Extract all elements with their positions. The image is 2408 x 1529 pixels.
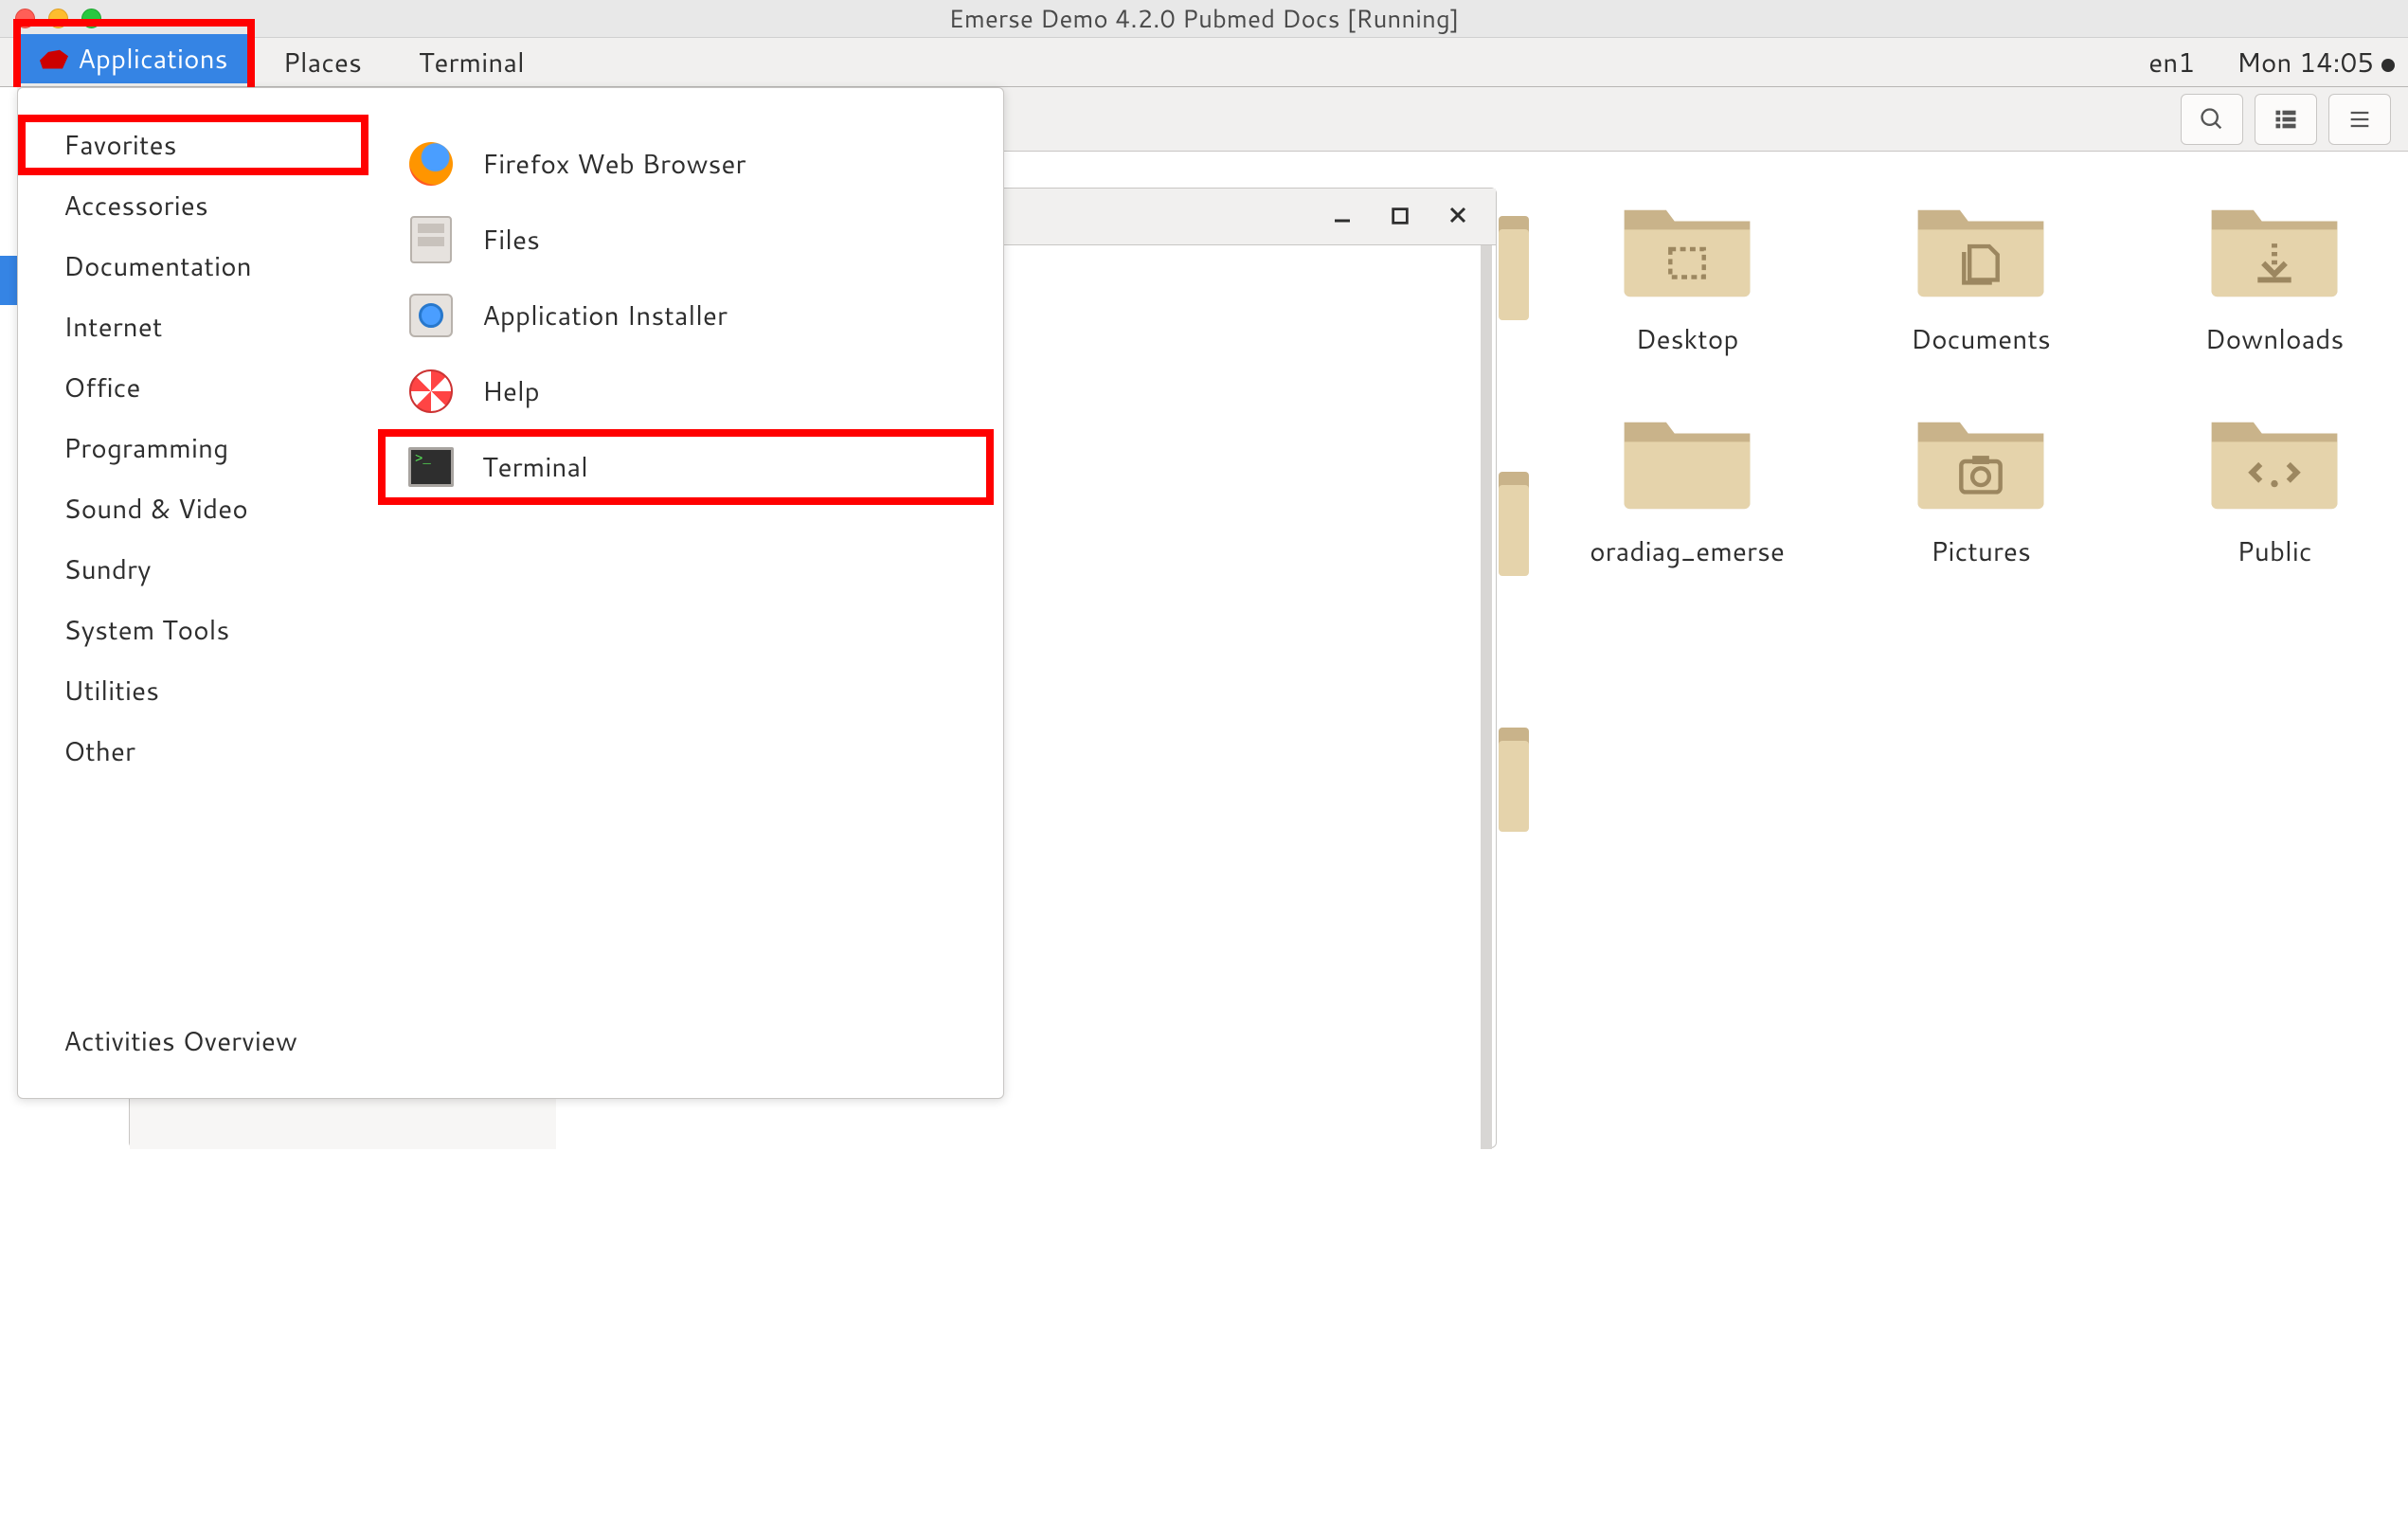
clock[interactable]: Mon 14:05 (2237, 44, 2395, 81)
app-files[interactable]: Files (378, 202, 994, 278)
folder-icon (1616, 405, 1758, 517)
window-minimize-button[interactable] (1331, 198, 1354, 236)
keyboard-layout-indicator[interactable]: en1 (2148, 44, 2195, 81)
window-maximize-button[interactable] (1390, 198, 1411, 236)
terminal-label: Terminal (419, 44, 525, 81)
folder-label: Desktop (1636, 320, 1739, 358)
folder-peek (1499, 728, 1529, 832)
activities-overview-button[interactable]: Activities Overview (63, 1022, 297, 1060)
search-icon (2199, 106, 2225, 133)
folder-pictures[interactable]: Pictures (1834, 405, 2128, 570)
category-label: Accessories (63, 187, 208, 225)
app-label: Files (482, 221, 540, 259)
clock-label: Mon 14:05 (2237, 44, 2374, 81)
mac-title-bar: Emerse Demo 4.2.0 Pubmed Docs [Running] (0, 0, 2408, 38)
applications-categories: Favorites Accessories Documentation Inte… (18, 88, 368, 1098)
app-label: Help (482, 372, 540, 410)
folder-peek (1499, 216, 1529, 320)
applications-label: Applications (78, 40, 228, 78)
close-icon (1447, 204, 1469, 226)
terminal-menu-button[interactable]: Terminal (390, 44, 553, 81)
category-label: Utilities (63, 672, 159, 710)
help-icon (406, 367, 456, 416)
folder-label: Documents (1911, 320, 2051, 358)
category-label: Office (63, 369, 140, 406)
folder-label: Pictures (1931, 532, 2031, 570)
hamburger-icon (2346, 106, 2373, 133)
category-label: Internet (63, 308, 162, 346)
category-office[interactable]: Office (18, 357, 368, 418)
folder-public[interactable]: Public (2128, 405, 2408, 570)
folder-documents[interactable]: Documents (1834, 193, 2128, 358)
places-menu-button[interactable]: Places (255, 44, 390, 81)
app-label: Application Installer (482, 297, 728, 334)
folder-label: Public (2237, 532, 2311, 570)
category-other[interactable]: Other (18, 721, 368, 782)
clock-dot-icon (2381, 59, 2395, 72)
redhat-icon (40, 48, 68, 69)
toolbar-view-button[interactable] (2255, 94, 2317, 145)
minimize-icon (1331, 204, 1354, 226)
highlight-applications: Applications (13, 19, 255, 99)
folder-oradiag-emerse[interactable]: oradiag_emerse (1540, 405, 1834, 570)
category-label: Other (63, 732, 135, 770)
activities-label: Activities Overview (63, 1022, 297, 1060)
folder-label: Downloads (2205, 320, 2345, 358)
folder-icon (2203, 405, 2345, 517)
category-sundry[interactable]: Sundry (18, 539, 368, 600)
folder-grid: Desktop Documents Downloads oradiag_emer… (1540, 193, 2408, 570)
category-internet[interactable]: Internet (18, 297, 368, 357)
folder-label: oradiag_emerse (1590, 532, 1785, 570)
folder-icon (1910, 405, 2052, 517)
category-label: Sundry (63, 550, 151, 588)
category-documentation[interactable]: Documentation (18, 236, 368, 297)
files-sidebar-selection (0, 256, 17, 305)
places-label: Places (283, 44, 362, 81)
category-sound-video[interactable]: Sound & Video (18, 478, 368, 539)
app-application-installer[interactable]: Application Installer (378, 278, 994, 353)
applications-list: Firefox Web Browser Files Application In… (368, 88, 1003, 1098)
app-firefox[interactable]: Firefox Web Browser (378, 126, 994, 202)
category-label: Favorites (63, 126, 176, 164)
folder-icon (1910, 193, 2052, 305)
list-view-icon (2273, 106, 2299, 133)
category-system-tools[interactable]: System Tools (18, 600, 368, 660)
files-icon (406, 215, 456, 264)
toolbar-search-button[interactable] (2181, 94, 2243, 145)
category-programming[interactable]: Programming (18, 418, 368, 478)
category-favorites[interactable]: Favorites (18, 115, 368, 175)
category-label: Documentation (63, 247, 252, 285)
folder-desktop[interactable]: Desktop (1540, 193, 1834, 358)
category-label: Programming (63, 429, 228, 467)
category-label: Sound & Video (63, 490, 248, 528)
app-help[interactable]: Help (378, 353, 994, 429)
folder-downloads[interactable]: Downloads (2128, 193, 2408, 358)
app-label: Terminal (482, 448, 588, 486)
firefox-icon (406, 139, 456, 189)
mac-window-title: Emerse Demo 4.2.0 Pubmed Docs [Running] (0, 2, 2408, 36)
folder-icon (1616, 193, 1758, 305)
toolbar-menu-button[interactable] (2328, 94, 2391, 145)
app-label: Firefox Web Browser (482, 145, 746, 183)
installer-icon (406, 291, 456, 340)
terminal-icon (406, 442, 456, 492)
category-accessories[interactable]: Accessories (18, 175, 368, 236)
gnome-top-bar: Applications Places Terminal en1 Mon 14:… (0, 38, 2408, 87)
applications-dropdown: Favorites Accessories Documentation Inte… (17, 87, 1004, 1099)
window-close-button[interactable] (1447, 198, 1469, 236)
category-utilities[interactable]: Utilities (18, 660, 368, 721)
applications-menu-button[interactable]: Applications (21, 34, 247, 83)
folder-peek (1499, 472, 1529, 576)
folder-icon (2203, 193, 2345, 305)
app-terminal[interactable]: Terminal (378, 429, 994, 505)
category-label: System Tools (63, 611, 229, 649)
maximize-icon (1390, 206, 1411, 226)
